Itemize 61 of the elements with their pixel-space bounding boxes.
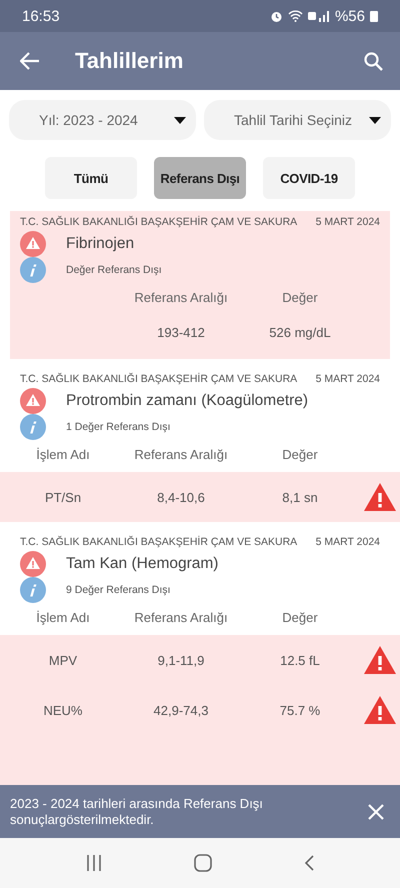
hospital-name: T.C. SAĞLIK BAKANLIĞI BAŞAKŞEHİR ÇAM VE SAKURA — [20, 216, 298, 228]
table-cell-text: MPV — [48, 652, 78, 668]
page-title: Tahlillerim — [75, 48, 184, 74]
table-cell-text: 9,1-11,9 — [156, 652, 206, 668]
hospital-name: T.C. SAĞLIK BAKANLIĞI BAŞAKŞEHİR ÇAM VE SAKURA — [20, 536, 298, 548]
dropdown[interactable]: Yıl: 2023 - 2024 — [9, 100, 196, 140]
snackbar-message: 2023 - 2024 tarihleri arasında Referans Dışı sonuçlargösterilmektedir. — [10, 796, 264, 828]
recent-apps-icon[interactable] — [86, 855, 102, 871]
result-date: 5 MART 2024 — [316, 536, 380, 548]
summary-text: Değer Referans Dışı — [66, 264, 162, 276]
result-header[interactable]: T.C. SAĞLIK BAKANLIĞI BAŞAKŞEHİR ÇAM VE SAKURA 5 MART 2024 Protrombin zamanı (Koagülometre) 1 Değer Referans Dışı İşlem Adı Referans Aralığı Değer — [0, 365, 400, 466]
result-card[interactable]: T.C. SAĞLIK BAKANLIĞI BAŞAKŞEHİR ÇAM VE SAKURA 5 MART 2024 Fibrinojen Değer Referans Dışı Referans Aralığı Değer 193-412 526 mg/dL — [10, 211, 390, 359]
column-header: Değer — [281, 610, 319, 624]
result-date: 5 MART 2024 — [316, 373, 380, 385]
table-cell-text: 526 mg/dL — [268, 324, 332, 340]
summary-text: 1 Değer Referans Dışı — [66, 421, 170, 433]
battery-icon — [370, 10, 378, 22]
column-header: Referans Aralığı — [133, 290, 229, 304]
alarm-icon — [270, 10, 283, 22]
hospital-name: T.C. SAĞLIK BAKANLIĞI BAŞAKŞEHİR ÇAM VE SAKURA — [20, 373, 298, 385]
table-cell-text: 8,4-10,6 — [156, 490, 206, 504]
filter-chip[interactable]: Referans Dışı — [154, 157, 246, 199]
filter-chip[interactable]: COVID-19 — [263, 157, 355, 199]
search-icon[interactable] — [364, 52, 383, 70]
test-name: Tam Kan (Hemogram) — [66, 555, 218, 573]
test-name: Protrombin zamanı (Koagülometre) — [66, 392, 308, 410]
wifi-icon — [288, 10, 303, 22]
close-icon[interactable] — [368, 804, 384, 820]
filter-chip[interactable]: Tümü — [45, 157, 137, 199]
caret-icon — [174, 116, 186, 124]
column-header: Değer — [281, 446, 319, 462]
column-header: İşlem Adı — [35, 610, 91, 624]
table-cell-text: PT/Sn — [44, 490, 82, 504]
signal-icon — [308, 10, 330, 22]
column-header: Referans Aralığı — [133, 446, 229, 462]
info-icon — [20, 577, 46, 603]
info-icon — [20, 414, 46, 440]
info-icon — [20, 257, 46, 283]
column-header: Değer — [281, 290, 319, 304]
table-cell-text: NEU% — [42, 702, 84, 718]
back-icon[interactable] — [304, 855, 314, 871]
column-header: İşlem Adı — [35, 446, 91, 462]
warning-icon — [20, 551, 46, 577]
test-name: Fibrinojen — [66, 235, 134, 253]
warning-icon — [20, 388, 46, 414]
battery-level: %56 — [334, 8, 365, 24]
warning-icon — [20, 231, 46, 257]
table-cell-text: 8,1 sn — [281, 490, 319, 504]
result-date: 5 MART 2024 — [316, 216, 380, 228]
table-cell-text: 12.5 fL — [279, 652, 321, 668]
clock: 16:53 — [22, 8, 60, 24]
result-header[interactable]: T.C. SAĞLIK BAKANLIĞI BAŞAKŞEHİR ÇAM VE SAKURA 5 MART 2024 Tam Kan (Hemogram) 9 Değer Referans Dışı İşlem Adı Referans Aralığı Değer — [0, 528, 400, 629]
caret-icon — [369, 116, 381, 124]
summary-text: 9 Değer Referans Dışı — [66, 584, 170, 596]
table-cell-text: 193-412 — [156, 324, 206, 340]
table-cell-text: 42,9-74,3 — [152, 702, 210, 718]
table-cell-text: 75.7 % — [278, 702, 322, 718]
back-arrow-icon[interactable] — [20, 52, 40, 70]
dropdown[interactable]: Tahlil Tarihi Seçiniz — [204, 100, 391, 140]
column-header: Referans Aralığı — [133, 610, 229, 624]
home-icon[interactable] — [194, 854, 212, 872]
